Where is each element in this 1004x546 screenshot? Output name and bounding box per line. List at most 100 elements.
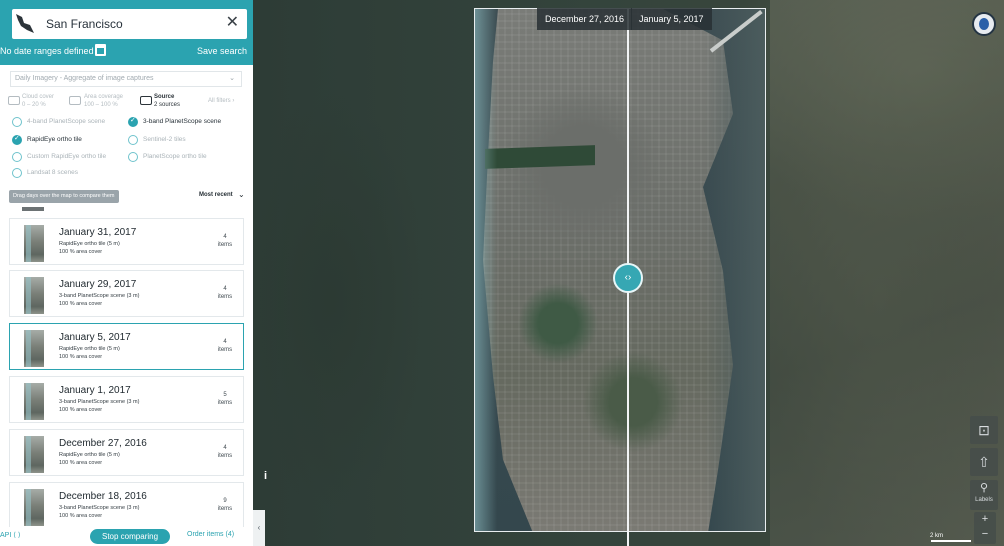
labels-text: Labels — [975, 497, 993, 503]
option-3band-label[interactable]: 3-band PlanetScope scene — [143, 117, 221, 127]
option-planetscope-ortho-radio[interactable] — [128, 152, 138, 162]
panel-header: San Francisco ✕ No date ranges defined S… — [0, 0, 253, 65]
search-input[interactable]: San Francisco — [46, 17, 123, 31]
scene-date: January 31, 2017 — [59, 227, 137, 238]
calendar-icon[interactable] — [95, 44, 106, 56]
api-link[interactable]: API ⟨ ⟩ — [0, 531, 21, 539]
sf-peninsula — [483, 9, 733, 531]
scene-cover: 100 % area cover — [59, 407, 103, 413]
scene-date: December 18, 2016 — [59, 491, 147, 502]
scene-count: 5 items — [217, 392, 233, 406]
list-item[interactable]: December 27, 2016 RapidEye ortho tile (5… — [9, 429, 244, 476]
option-planetscope-ortho-label[interactable]: PlanetScope ortho tile — [143, 152, 207, 162]
globe-icon[interactable] — [972, 12, 996, 36]
scene-thumbnail — [24, 489, 44, 526]
scene-count: 9 items — [217, 498, 233, 512]
ocean-shore — [475, 9, 497, 531]
pin-icon: ⚲ — [979, 482, 989, 494]
bay-water — [705, 9, 765, 531]
golden-gate-park — [485, 145, 595, 169]
list-item[interactable]: January 5, 2017 RapidEye ortho tile (5 m… — [9, 323, 244, 370]
imagery-select-label: Daily Imagery - Aggregate of image captu… — [15, 75, 154, 82]
scene-type: RapidEye ortho tile (5 m) — [59, 452, 120, 458]
all-filters-link[interactable]: All filters › — [208, 97, 234, 105]
option-sentinel-label[interactable]: Sentinel-2 tiles — [143, 135, 186, 145]
scene-count: 4 items — [217, 234, 233, 248]
scale-label: 2 km — [930, 533, 944, 539]
list-item[interactable]: January 29, 2017 3-band PlanetScope scen… — [9, 270, 244, 317]
scene-date: January 29, 2017 — [59, 279, 137, 290]
list-item[interactable]: January 31, 2017 RapidEye ortho tile (5 … — [9, 218, 244, 265]
source-icon — [140, 96, 152, 105]
list-item[interactable]: January 1, 2017 3-band PlanetScope scene… — [9, 376, 244, 423]
scene-thumbnail — [24, 225, 44, 262]
option-rapideye-label[interactable]: RapidEye ortho tile — [27, 135, 82, 145]
panel-footer: API ⟨ ⟩ Stop comparing Order items (4) — [0, 527, 253, 546]
option-landsat-label[interactable]: Landsat 8 scenes — [27, 168, 78, 178]
scene-type: RapidEye ortho tile (5 m) — [59, 241, 120, 247]
zoom-in-button[interactable]: + — [974, 512, 996, 527]
scene-type: 3-band PlanetScope scene (3 m) — [59, 399, 140, 405]
option-custom-rapideye-label[interactable]: Custom RapidEye ortho tile — [27, 152, 106, 162]
scene-thumbnail — [24, 436, 44, 473]
close-icon[interactable]: ✕ — [226, 14, 239, 32]
compare-right-date: January 5, 2017 — [631, 8, 712, 30]
cloud-cover-label: Cloud cover — [22, 94, 55, 100]
zoom-control[interactable]: + − — [974, 512, 996, 544]
scene-thumbnail — [24, 383, 44, 420]
option-rapideye-radio[interactable] — [12, 134, 22, 145]
scene-count: 4 items — [217, 339, 233, 353]
source-filter[interactable]: Source 2 sources — [154, 93, 180, 109]
date-range-text: No date ranges defined — [0, 46, 94, 56]
option-3band-radio[interactable] — [128, 116, 138, 127]
chevron-down-icon: ⌄ — [229, 75, 235, 82]
search-box[interactable]: San Francisco ✕ — [12, 9, 247, 39]
option-sentinel-radio[interactable] — [128, 135, 138, 145]
cloud-icon — [8, 96, 20, 105]
cloud-cover-range: 0 – 20 % — [22, 102, 46, 108]
scene-cover: 100 % area cover — [59, 249, 103, 255]
info-icon[interactable]: i — [264, 470, 267, 482]
scene-cover: 100 % area cover — [59, 513, 103, 519]
scene-date: December 27, 2016 — [59, 438, 147, 449]
imagery-select[interactable]: Daily Imagery - Aggregate of image captu… — [10, 71, 242, 87]
scene-count: 4 items — [217, 286, 233, 300]
cloud-cover-filter[interactable]: Cloud cover 0 – 20 % — [22, 93, 54, 109]
compare-left-date: December 27, 2016 — [537, 8, 633, 30]
date-range-row: No date ranges defined Save search — [0, 43, 253, 61]
upload-icon[interactable]: ⇧ — [970, 448, 998, 476]
scene-type: 3-band PlanetScope scene (3 m) — [59, 293, 140, 299]
area-coverage-label: Area coverage — [84, 94, 124, 100]
stop-comparing-button[interactable]: Stop comparing — [90, 529, 171, 544]
list-item[interactable]: December 18, 2016 3-band PlanetScope sce… — [9, 482, 244, 529]
option-4band-radio[interactable] — [12, 117, 22, 127]
option-4band-label[interactable]: 4-band PlanetScope scene — [27, 117, 105, 127]
option-custom-rapideye-radio[interactable] — [12, 152, 22, 162]
source-count: 2 sources — [154, 102, 181, 108]
area-coverage-range: 100 – 100 % — [84, 102, 118, 108]
option-landsat-radio[interactable] — [12, 168, 22, 178]
sort-select[interactable]: Most recent — [199, 192, 233, 198]
chevron-down-icon[interactable]: ⌄ — [238, 190, 245, 199]
collapse-panel-button[interactable]: ‹ — [253, 510, 265, 546]
scene-cover: 100 % area cover — [59, 301, 103, 307]
zoom-out-button[interactable]: − — [974, 527, 996, 542]
share-icon[interactable]: ⊡ — [970, 416, 998, 444]
area-coverage-filter[interactable]: Area coverage 100 – 100 % — [84, 93, 123, 109]
scene-type: RapidEye ortho tile (5 m) — [59, 346, 120, 352]
filter-bar: Cloud cover 0 – 20 % Area coverage 100 –… — [8, 93, 248, 111]
scene-thumbnail — [24, 277, 44, 314]
save-search-link[interactable]: Save search — [197, 46, 247, 56]
drag-compare-tip: Drag days over the map to compare them — [9, 190, 119, 203]
scene-cover: 100 % area cover — [59, 354, 103, 360]
scale-bar — [931, 540, 971, 542]
labels-button[interactable]: ⚲ Labels — [970, 480, 998, 510]
source-label: Source — [154, 94, 175, 100]
order-items-link[interactable]: Order items (4) — [187, 531, 234, 538]
scene-thumbnail — [24, 330, 44, 367]
scene-count: 4 items — [217, 445, 233, 459]
location-shape-icon — [16, 14, 34, 33]
compare-handle-icon[interactable]: ‹› — [613, 263, 643, 293]
scene-date: January 5, 2017 — [59, 332, 131, 343]
scene-cover: 100 % area cover — [59, 460, 103, 466]
